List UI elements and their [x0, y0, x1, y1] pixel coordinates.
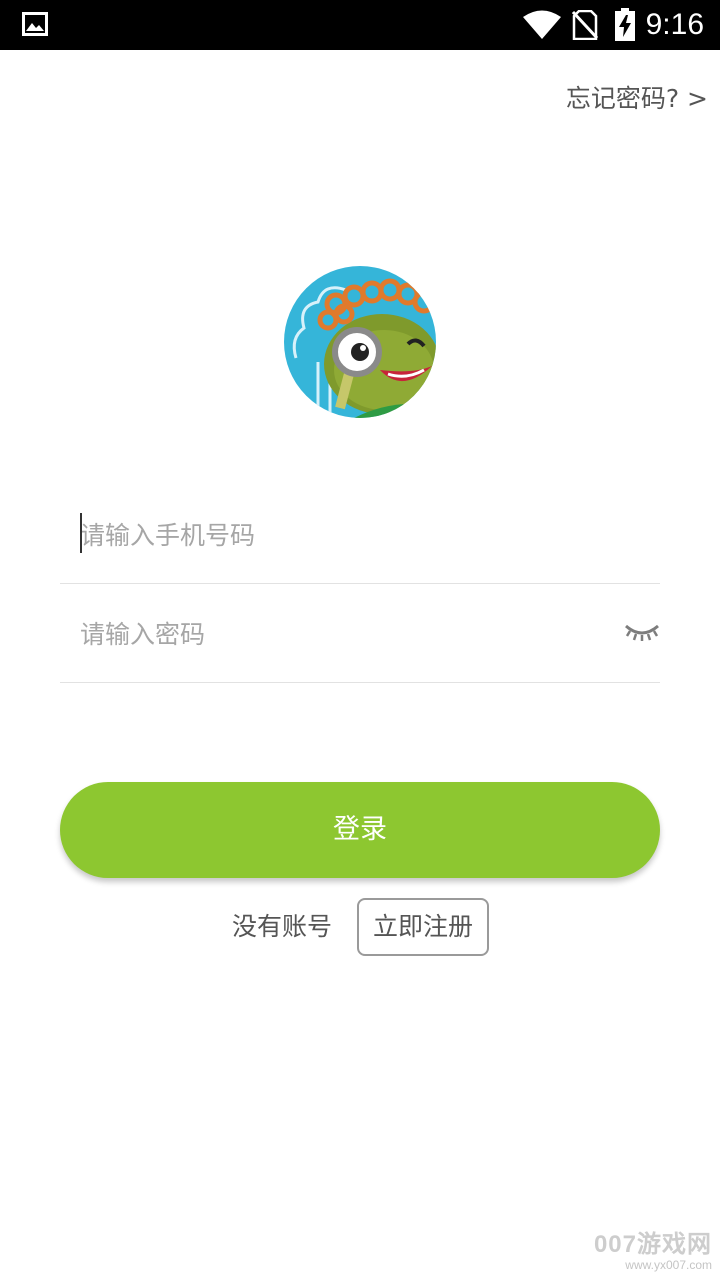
register-button[interactable]: 立即注册: [357, 898, 489, 956]
login-button[interactable]: 登录: [60, 782, 660, 878]
wifi-icon: [523, 10, 561, 39]
eye-closed-icon[interactable]: [624, 618, 660, 644]
status-bar: 9:16: [0, 0, 720, 50]
gallery-icon: [22, 12, 48, 36]
status-time: 9:16: [645, 8, 704, 41]
password-input[interactable]: [80, 612, 600, 656]
watermark-url: www.yx007.com: [625, 1258, 712, 1272]
no-account-label: 没有账号: [232, 912, 333, 941]
watermark: 007游戏网 www.yx007.com: [593, 1231, 712, 1273]
no-sim-icon: [572, 10, 598, 40]
phone-input[interactable]: [80, 513, 600, 557]
avatar: [284, 266, 436, 418]
frog-detective-avatar-icon: [284, 266, 436, 418]
password-field: [60, 584, 660, 683]
phone-field: [60, 485, 660, 584]
watermark-main: 007游戏网: [593, 1231, 712, 1258]
text-cursor: [80, 513, 82, 553]
battery-charging-icon: [615, 8, 635, 41]
forgot-password-link[interactable]: 忘记密码? >: [566, 82, 708, 116]
